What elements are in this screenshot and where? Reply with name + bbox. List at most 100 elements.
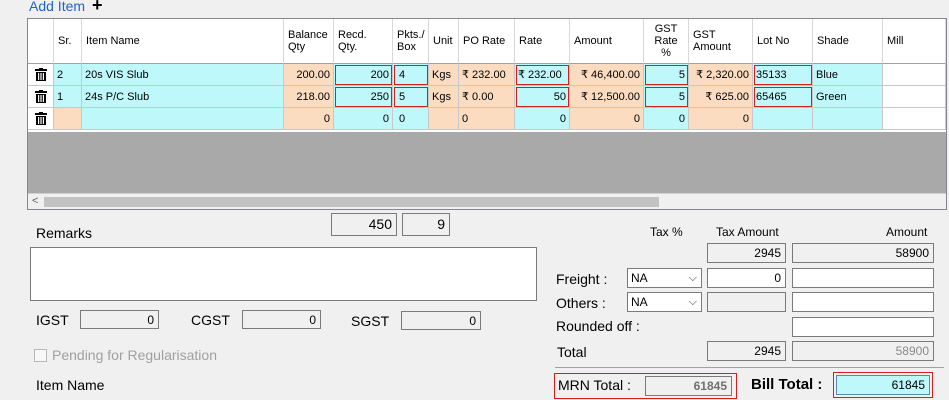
horizontal-scrollbar[interactable]: <: [28, 193, 946, 209]
trash-icon: [35, 112, 47, 125]
cell-lot-no[interactable]: [753, 108, 813, 130]
delete-row-button[interactable]: [28, 64, 54, 86]
cgst-field: 0: [242, 310, 321, 329]
header-item-name[interactable]: Item Name: [82, 19, 284, 64]
others-amount-field[interactable]: [792, 292, 934, 312]
header-rate-label: Rate: [519, 35, 543, 47]
cell-item-name[interactable]: 20s VIS Slub: [82, 64, 284, 86]
cell-sr[interactable]: [54, 108, 82, 130]
total-amount-field: 58900: [792, 341, 934, 361]
rounded-off-field[interactable]: [792, 317, 934, 337]
header-delete-col: [28, 19, 54, 64]
remarks-label: Remarks: [36, 225, 93, 241]
cell-shade[interactable]: Blue: [813, 64, 883, 86]
igst-label: IGST: [36, 312, 69, 328]
cell-gst-amount: ₹ 625.00: [689, 86, 753, 108]
others-label: Others :: [556, 295, 606, 311]
header-balance-qty[interactable]: Balance Qty: [284, 19, 334, 64]
sgst-field: 0: [401, 311, 481, 330]
cell-gst-rate[interactable]: 5: [644, 86, 689, 108]
freight-select-value: NA: [631, 271, 648, 285]
cell-gst-rate[interactable]: 0: [644, 108, 689, 130]
header-lot-no[interactable]: Lot No: [753, 19, 813, 64]
freight-label: Freight :: [556, 271, 608, 287]
cgst-label: CGST: [191, 312, 230, 328]
freight-select[interactable]: NA ⌵: [627, 268, 702, 288]
cell-shade[interactable]: [813, 108, 883, 130]
tax-amount-field: 2945: [707, 243, 786, 263]
cell-shade[interactable]: Green: [813, 86, 883, 108]
mrn-total-label: MRN Total :: [558, 377, 631, 393]
table-row: 1 24s P/C Slub 218.00 250 5 Kgs ₹ 0.00 5…: [28, 86, 946, 108]
divider: [555, 367, 944, 368]
header-gst-amount[interactable]: GST Amount: [689, 19, 753, 64]
cell-mill[interactable]: [883, 64, 946, 86]
header-amount[interactable]: Amount: [570, 19, 644, 64]
cell-unit: [429, 108, 459, 130]
total-tax-field: 2945: [707, 341, 786, 361]
header-rate[interactable]: Rate: [515, 19, 570, 64]
delete-row-button[interactable]: [28, 86, 54, 108]
cell-pkts-box[interactable]: 5: [393, 86, 429, 108]
cell-pkts-box[interactable]: 0: [393, 108, 429, 130]
cell-lot-no[interactable]: 35133: [753, 64, 813, 86]
header-gst-amount-label: GST Amount: [693, 29, 731, 53]
freight-amount-field[interactable]: [792, 268, 934, 288]
header-pkts-box[interactable]: Pkts./ Box: [393, 19, 429, 64]
bill-total-field[interactable]: 61845: [836, 375, 930, 395]
delete-row-button[interactable]: [28, 108, 54, 130]
cell-gst-rate[interactable]: 5: [644, 64, 689, 86]
cell-sr[interactable]: 2: [54, 64, 82, 86]
header-sr[interactable]: Sr.: [54, 19, 82, 64]
cell-item-name[interactable]: 24s P/C Slub: [82, 86, 284, 108]
cell-recd-qty[interactable]: 200: [334, 64, 393, 86]
tax-pct-header: Tax %: [650, 225, 683, 239]
others-select[interactable]: NA ⌵: [627, 292, 702, 312]
cell-recd-qty[interactable]: 250: [334, 86, 393, 108]
item-name-label: Item Name: [36, 377, 105, 393]
header-amount-label: Amount: [574, 35, 612, 47]
cell-rate[interactable]: 0: [515, 108, 570, 130]
scrollbar-thumb[interactable]: [44, 197, 659, 207]
cell-recd-qty[interactable]: 0: [334, 108, 393, 130]
cell-balance-qty: 200.00: [284, 64, 334, 86]
pending-checkbox[interactable]: [34, 349, 47, 362]
remarks-textarea[interactable]: [30, 247, 537, 301]
header-shade[interactable]: Shade: [813, 19, 883, 64]
cell-rate[interactable]: 50: [515, 86, 570, 108]
igst-field: 0: [80, 310, 159, 329]
header-shade-label: Shade: [817, 35, 849, 47]
cell-lot-no[interactable]: 65465: [753, 86, 813, 108]
add-item-link[interactable]: Add Item: [29, 0, 85, 14]
cell-sr[interactable]: 1: [54, 86, 82, 108]
rounded-off-label: Rounded off :: [556, 318, 640, 334]
cell-mill[interactable]: [883, 86, 946, 108]
header-po-rate-label: PO Rate: [463, 35, 506, 47]
header-po-rate[interactable]: PO Rate: [459, 19, 515, 64]
header-unit[interactable]: Unit: [429, 19, 459, 64]
header-mill-label: Mill: [887, 35, 904, 47]
table-row: 2 20s VIS Slub 200.00 200 4 Kgs ₹ 232.00…: [28, 64, 946, 86]
cell-po-rate: 0: [459, 108, 515, 130]
tax-amount-header: Tax Amount: [716, 225, 779, 239]
scroll-left-icon[interactable]: <: [32, 195, 38, 207]
amount-header: Amount: [886, 225, 928, 239]
pkts-total-field: 9: [402, 213, 450, 236]
amount-field: 58900: [792, 243, 934, 263]
cell-item-name[interactable]: [82, 108, 284, 130]
freight-tax-field[interactable]: 0: [707, 268, 786, 288]
header-gst-rate[interactable]: GST Rate %: [644, 19, 689, 64]
cell-pkts-box[interactable]: 4: [393, 64, 429, 86]
header-mill[interactable]: Mill: [883, 19, 946, 64]
plus-icon[interactable]: +: [92, 0, 103, 16]
cell-rate[interactable]: ₹ 232.00: [515, 64, 570, 86]
header-lot-no-label: Lot No: [757, 35, 790, 47]
total-label: Total: [557, 344, 587, 360]
header-unit-label: Unit: [433, 35, 453, 47]
header-recd-qty[interactable]: Recd. Qty.: [334, 19, 393, 64]
cell-gst-amount: ₹ 2,320.00: [689, 64, 753, 86]
trash-icon: [35, 90, 47, 103]
header-pkts-box-label: Pkts./ Box: [397, 29, 425, 53]
cell-mill[interactable]: [883, 108, 946, 130]
others-select-value: NA: [631, 295, 648, 309]
